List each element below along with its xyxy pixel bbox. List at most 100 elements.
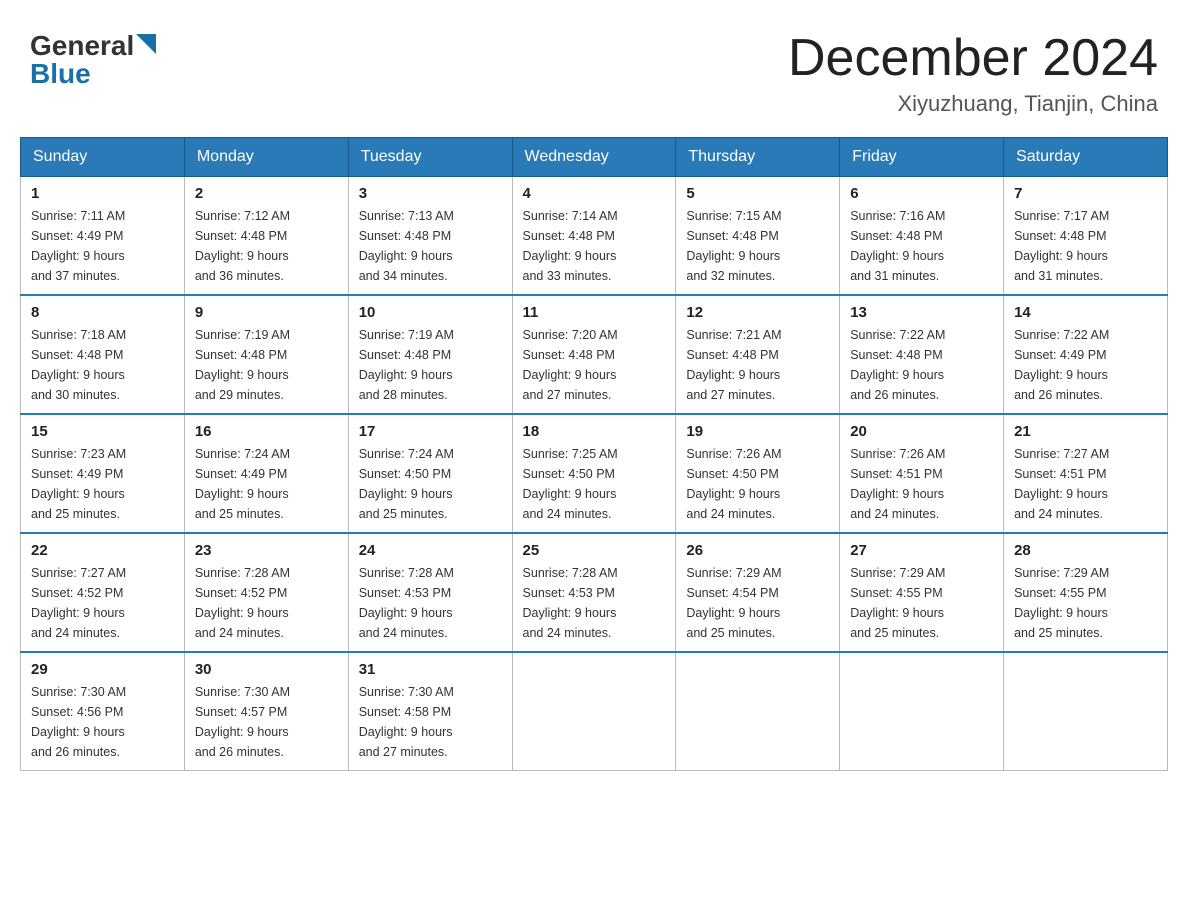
empty-cell-w4-c4: [676, 652, 840, 771]
day-info: Sunrise: 7:30 AMSunset: 4:56 PMDaylight:…: [31, 685, 126, 759]
day-info: Sunrise: 7:19 AMSunset: 4:48 PMDaylight:…: [359, 328, 454, 402]
calendar-day-15: 15 Sunrise: 7:23 AMSunset: 4:49 PMDaylig…: [21, 414, 185, 533]
day-number: 25: [523, 542, 666, 559]
logo-blue-text: Blue: [30, 58, 156, 90]
day-info: Sunrise: 7:17 AMSunset: 4:48 PMDaylight:…: [1014, 209, 1109, 283]
calendar-week-3: 15 Sunrise: 7:23 AMSunset: 4:49 PMDaylig…: [21, 414, 1168, 533]
empty-cell-w4-c5: [840, 652, 1004, 771]
day-info: Sunrise: 7:30 AMSunset: 4:57 PMDaylight:…: [195, 685, 290, 759]
weekday-header-tuesday: Tuesday: [348, 138, 512, 177]
calendar-week-4: 22 Sunrise: 7:27 AMSunset: 4:52 PMDaylig…: [21, 533, 1168, 652]
day-number: 22: [31, 542, 174, 559]
day-info: Sunrise: 7:25 AMSunset: 4:50 PMDaylight:…: [523, 447, 618, 521]
weekday-header-row: SundayMondayTuesdayWednesdayThursdayFrid…: [21, 138, 1168, 177]
calendar-day-29: 29 Sunrise: 7:30 AMSunset: 4:56 PMDaylig…: [21, 652, 185, 771]
calendar-day-5: 5 Sunrise: 7:15 AMSunset: 4:48 PMDayligh…: [676, 177, 840, 296]
day-number: 19: [686, 423, 829, 440]
day-number: 11: [523, 304, 666, 321]
calendar-day-19: 19 Sunrise: 7:26 AMSunset: 4:50 PMDaylig…: [676, 414, 840, 533]
day-info: Sunrise: 7:16 AMSunset: 4:48 PMDaylight:…: [850, 209, 945, 283]
empty-cell-w4-c6: [1004, 652, 1168, 771]
day-number: 12: [686, 304, 829, 321]
calendar-day-28: 28 Sunrise: 7:29 AMSunset: 4:55 PMDaylig…: [1004, 533, 1168, 652]
calendar-week-1: 1 Sunrise: 7:11 AMSunset: 4:49 PMDayligh…: [21, 177, 1168, 296]
calendar-day-9: 9 Sunrise: 7:19 AMSunset: 4:48 PMDayligh…: [184, 295, 348, 414]
day-number: 28: [1014, 542, 1157, 559]
day-info: Sunrise: 7:29 AMSunset: 4:54 PMDaylight:…: [686, 566, 781, 640]
calendar-day-26: 26 Sunrise: 7:29 AMSunset: 4:54 PMDaylig…: [676, 533, 840, 652]
day-info: Sunrise: 7:11 AMSunset: 4:49 PMDaylight:…: [31, 209, 125, 283]
calendar-day-23: 23 Sunrise: 7:28 AMSunset: 4:52 PMDaylig…: [184, 533, 348, 652]
day-info: Sunrise: 7:24 AMSunset: 4:49 PMDaylight:…: [195, 447, 290, 521]
calendar-day-14: 14 Sunrise: 7:22 AMSunset: 4:49 PMDaylig…: [1004, 295, 1168, 414]
title-section: December 2024 Xiyuzhuang, Tianjin, China: [788, 30, 1158, 117]
calendar-day-27: 27 Sunrise: 7:29 AMSunset: 4:55 PMDaylig…: [840, 533, 1004, 652]
day-info: Sunrise: 7:15 AMSunset: 4:48 PMDaylight:…: [686, 209, 781, 283]
day-number: 2: [195, 185, 338, 202]
day-number: 6: [850, 185, 993, 202]
day-info: Sunrise: 7:28 AMSunset: 4:52 PMDaylight:…: [195, 566, 290, 640]
calendar-day-16: 16 Sunrise: 7:24 AMSunset: 4:49 PMDaylig…: [184, 414, 348, 533]
calendar-day-30: 30 Sunrise: 7:30 AMSunset: 4:57 PMDaylig…: [184, 652, 348, 771]
calendar-day-25: 25 Sunrise: 7:28 AMSunset: 4:53 PMDaylig…: [512, 533, 676, 652]
day-number: 15: [31, 423, 174, 440]
day-info: Sunrise: 7:21 AMSunset: 4:48 PMDaylight:…: [686, 328, 781, 402]
day-number: 20: [850, 423, 993, 440]
day-info: Sunrise: 7:27 AMSunset: 4:51 PMDaylight:…: [1014, 447, 1109, 521]
weekday-header-thursday: Thursday: [676, 138, 840, 177]
day-info: Sunrise: 7:14 AMSunset: 4:48 PMDaylight:…: [523, 209, 618, 283]
day-number: 26: [686, 542, 829, 559]
calendar-day-20: 20 Sunrise: 7:26 AMSunset: 4:51 PMDaylig…: [840, 414, 1004, 533]
weekday-header-monday: Monday: [184, 138, 348, 177]
calendar-day-2: 2 Sunrise: 7:12 AMSunset: 4:48 PMDayligh…: [184, 177, 348, 296]
calendar-day-1: 1 Sunrise: 7:11 AMSunset: 4:49 PMDayligh…: [21, 177, 185, 296]
calendar-day-21: 21 Sunrise: 7:27 AMSunset: 4:51 PMDaylig…: [1004, 414, 1168, 533]
logo-arrow-icon: [136, 34, 156, 59]
day-info: Sunrise: 7:22 AMSunset: 4:48 PMDaylight:…: [850, 328, 945, 402]
calendar-day-3: 3 Sunrise: 7:13 AMSunset: 4:48 PMDayligh…: [348, 177, 512, 296]
day-info: Sunrise: 7:27 AMSunset: 4:52 PMDaylight:…: [31, 566, 126, 640]
day-number: 13: [850, 304, 993, 321]
empty-cell-w4-c3: [512, 652, 676, 771]
day-info: Sunrise: 7:19 AMSunset: 4:48 PMDaylight:…: [195, 328, 290, 402]
day-number: 4: [523, 185, 666, 202]
calendar-week-2: 8 Sunrise: 7:18 AMSunset: 4:48 PMDayligh…: [21, 295, 1168, 414]
logo: General Blue: [30, 30, 156, 90]
day-info: Sunrise: 7:23 AMSunset: 4:49 PMDaylight:…: [31, 447, 126, 521]
day-number: 1: [31, 185, 174, 202]
calendar-day-22: 22 Sunrise: 7:27 AMSunset: 4:52 PMDaylig…: [21, 533, 185, 652]
calendar-table: SundayMondayTuesdayWednesdayThursdayFrid…: [20, 137, 1168, 771]
calendar-day-12: 12 Sunrise: 7:21 AMSunset: 4:48 PMDaylig…: [676, 295, 840, 414]
day-info: Sunrise: 7:28 AMSunset: 4:53 PMDaylight:…: [523, 566, 618, 640]
day-info: Sunrise: 7:29 AMSunset: 4:55 PMDaylight:…: [850, 566, 945, 640]
day-number: 10: [359, 304, 502, 321]
weekday-header-sunday: Sunday: [21, 138, 185, 177]
calendar-day-11: 11 Sunrise: 7:20 AMSunset: 4:48 PMDaylig…: [512, 295, 676, 414]
day-number: 7: [1014, 185, 1157, 202]
calendar-day-7: 7 Sunrise: 7:17 AMSunset: 4:48 PMDayligh…: [1004, 177, 1168, 296]
day-info: Sunrise: 7:24 AMSunset: 4:50 PMDaylight:…: [359, 447, 454, 521]
month-year-title: December 2024: [788, 30, 1158, 87]
day-number: 5: [686, 185, 829, 202]
day-info: Sunrise: 7:22 AMSunset: 4:49 PMDaylight:…: [1014, 328, 1109, 402]
weekday-header-saturday: Saturday: [1004, 138, 1168, 177]
calendar-day-17: 17 Sunrise: 7:24 AMSunset: 4:50 PMDaylig…: [348, 414, 512, 533]
day-info: Sunrise: 7:30 AMSunset: 4:58 PMDaylight:…: [359, 685, 454, 759]
day-number: 31: [359, 661, 502, 678]
day-info: Sunrise: 7:20 AMSunset: 4:48 PMDaylight:…: [523, 328, 618, 402]
day-number: 17: [359, 423, 502, 440]
weekday-header-friday: Friday: [840, 138, 1004, 177]
page-header: General Blue December 2024 Xiyuzhuang, T…: [20, 20, 1168, 117]
day-number: 8: [31, 304, 174, 321]
day-number: 16: [195, 423, 338, 440]
calendar-day-13: 13 Sunrise: 7:22 AMSunset: 4:48 PMDaylig…: [840, 295, 1004, 414]
calendar-week-5: 29 Sunrise: 7:30 AMSunset: 4:56 PMDaylig…: [21, 652, 1168, 771]
day-number: 23: [195, 542, 338, 559]
day-info: Sunrise: 7:28 AMSunset: 4:53 PMDaylight:…: [359, 566, 454, 640]
calendar-day-8: 8 Sunrise: 7:18 AMSunset: 4:48 PMDayligh…: [21, 295, 185, 414]
day-number: 29: [31, 661, 174, 678]
day-number: 3: [359, 185, 502, 202]
day-info: Sunrise: 7:29 AMSunset: 4:55 PMDaylight:…: [1014, 566, 1109, 640]
day-number: 30: [195, 661, 338, 678]
day-info: Sunrise: 7:13 AMSunset: 4:48 PMDaylight:…: [359, 209, 454, 283]
